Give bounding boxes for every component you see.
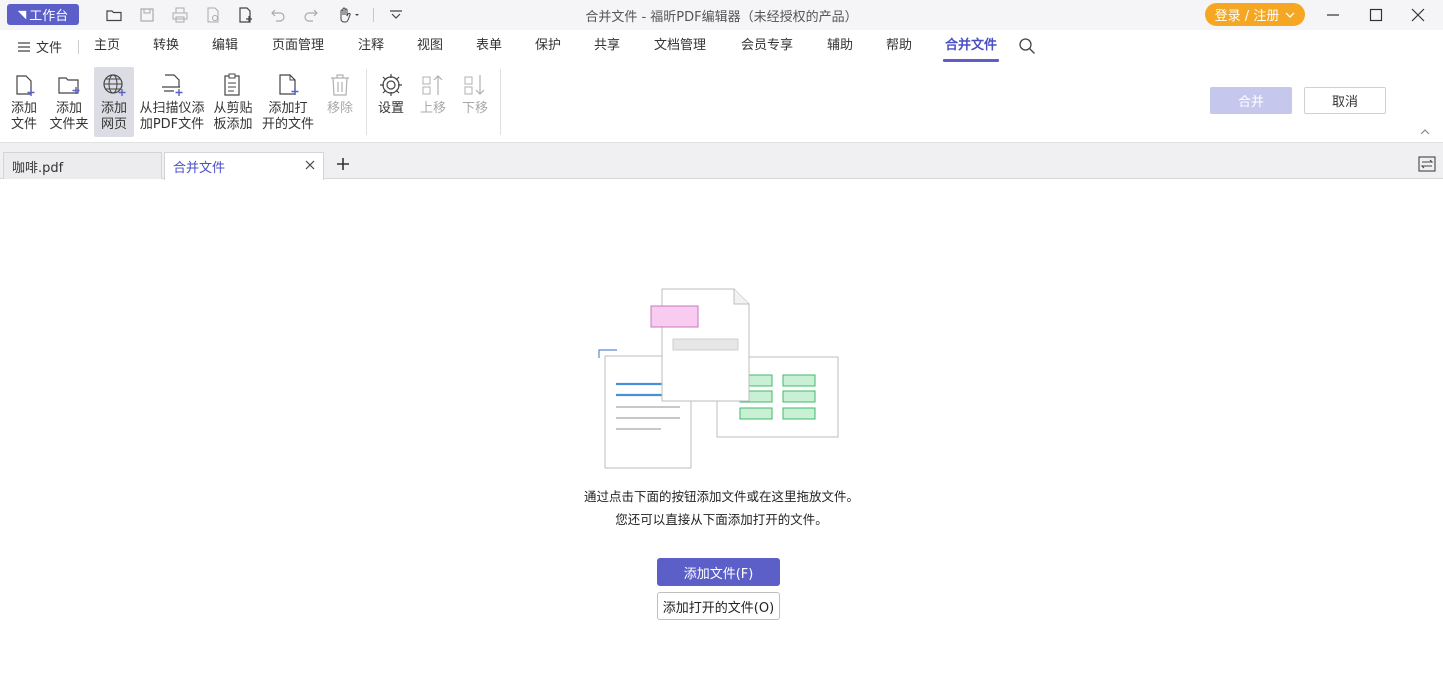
settings-ribbon-button[interactable]: 设置 bbox=[373, 67, 409, 137]
customize-toolbar-icon[interactable] bbox=[386, 5, 406, 25]
workbench-icon: ◥ bbox=[17, 8, 27, 21]
move-up-label: 上移 bbox=[419, 101, 446, 116]
add-open-files-label: 添加打 开的文件 bbox=[261, 101, 314, 132]
menu-home[interactable]: 主页 bbox=[94, 30, 120, 63]
login-register-button[interactable]: 登录 / 注册 bbox=[1205, 3, 1305, 26]
menu-help[interactable]: 帮助 bbox=[886, 30, 912, 63]
move-up-icon bbox=[419, 71, 447, 99]
merge-button[interactable]: 合并 bbox=[1210, 87, 1292, 114]
collapse-ribbon-icon[interactable] bbox=[1419, 127, 1431, 137]
menu-document-management[interactable]: 文档管理 bbox=[654, 30, 706, 63]
cancel-button[interactable]: 取消 bbox=[1304, 87, 1386, 114]
trash-icon bbox=[326, 71, 354, 99]
save-icon[interactable] bbox=[137, 5, 157, 25]
undo-icon[interactable] bbox=[268, 5, 288, 25]
close-icon bbox=[1411, 8, 1425, 22]
switch-tabs-icon[interactable] bbox=[1418, 156, 1436, 172]
add-from-scanner-label: 从扫描仪添 加PDF文件 bbox=[139, 101, 205, 132]
clipboard-icon bbox=[219, 71, 247, 99]
menu-bar: 文件 主页 转换 编辑 页面管理 注释 视图 表单 保护 共享 文档管理 会员专… bbox=[0, 30, 1443, 63]
menu-view[interactable]: 视图 bbox=[417, 30, 443, 63]
merge-files-illustration bbox=[598, 288, 839, 469]
add-files-button[interactable]: 添加文件(F) bbox=[657, 558, 780, 586]
add-folder-icon bbox=[55, 71, 83, 99]
minimize-button[interactable] bbox=[1310, 0, 1356, 30]
menu-convert[interactable]: 转换 bbox=[153, 30, 179, 63]
settings-label: 设置 bbox=[377, 101, 404, 116]
chevron-down-icon bbox=[1285, 12, 1295, 18]
new-document-icon[interactable] bbox=[236, 5, 256, 25]
maximize-icon bbox=[1369, 8, 1383, 22]
menu-comment[interactable]: 注释 bbox=[358, 30, 384, 63]
maximize-button[interactable] bbox=[1353, 0, 1399, 30]
tab-label: 咖啡.pdf bbox=[12, 160, 64, 176]
document-properties-icon[interactable] bbox=[203, 5, 223, 25]
add-file-label: 添加 文件 bbox=[10, 101, 37, 132]
menu-protect[interactable]: 保护 bbox=[535, 30, 561, 63]
menu-share[interactable]: 共享 bbox=[594, 30, 620, 63]
login-label: 登录 / 注册 bbox=[1214, 9, 1280, 24]
menu-merge-files[interactable]: 合并文件 bbox=[942, 30, 1000, 63]
redo-icon[interactable] bbox=[301, 5, 321, 25]
add-folder-ribbon-button[interactable]: 添加 文件夹 bbox=[47, 67, 91, 137]
move-down-icon bbox=[461, 71, 489, 99]
remove-ribbon-button[interactable]: 移除 bbox=[322, 67, 358, 137]
drop-hint-line-2: 您还可以直接从下面添加打开的文件。 bbox=[615, 512, 828, 527]
move-up-ribbon-button[interactable]: 上移 bbox=[415, 67, 451, 137]
menu-page-management[interactable]: 页面管理 bbox=[272, 30, 324, 63]
file-menu[interactable]: 文件 bbox=[18, 30, 62, 63]
add-folder-label: 添加 文件夹 bbox=[49, 101, 89, 132]
move-down-ribbon-button[interactable]: 下移 bbox=[457, 67, 493, 137]
move-down-label: 下移 bbox=[461, 101, 488, 116]
add-webpage-label: 添加 网页 bbox=[100, 101, 127, 132]
tab-label: 合并文件 bbox=[173, 161, 226, 176]
add-file-ribbon-button[interactable]: 添加 文件 bbox=[6, 67, 42, 137]
menu-member[interactable]: 会员专享 bbox=[741, 30, 793, 63]
close-window-button[interactable] bbox=[1395, 0, 1441, 30]
add-open-files-icon bbox=[274, 71, 302, 99]
file-menu-label: 文件 bbox=[36, 41, 63, 56]
add-open-files-ribbon-button[interactable]: 添加打 开的文件 bbox=[260, 67, 316, 137]
close-tab-icon[interactable] bbox=[303, 158, 317, 172]
open-folder-icon[interactable] bbox=[104, 5, 124, 25]
tab-coffee-pdf[interactable]: 咖啡.pdf bbox=[3, 152, 162, 179]
add-from-scanner-ribbon-button[interactable]: 从扫描仪添 加PDF文件 bbox=[137, 67, 207, 137]
add-from-clipboard-label: 从剪贴 板添加 bbox=[213, 101, 253, 132]
add-file-icon bbox=[10, 71, 38, 99]
minimize-icon bbox=[1327, 14, 1339, 16]
hamburger-icon bbox=[18, 41, 30, 52]
globe-icon bbox=[100, 71, 128, 99]
document-tab-strip: 咖啡.pdf 合并文件 bbox=[0, 143, 1443, 180]
search-icon[interactable] bbox=[1018, 37, 1036, 55]
hand-tool-icon[interactable] bbox=[336, 5, 362, 25]
tab-merge-files[interactable]: 合并文件 bbox=[164, 152, 324, 180]
workbench-label: 工作台 bbox=[29, 9, 69, 24]
gear-icon bbox=[377, 71, 405, 99]
add-webpage-ribbon-button[interactable]: 添加 网页 bbox=[94, 67, 134, 137]
add-open-files-button[interactable]: 添加打开的文件(O) bbox=[657, 592, 780, 620]
menu-form[interactable]: 表单 bbox=[476, 30, 502, 63]
title-bar: ◥ 工作台 合并文件 - 福昕PDF编辑器（未经授权的产品） 登录 / 注册 bbox=[0, 0, 1443, 30]
scanner-icon bbox=[158, 71, 186, 99]
new-tab-plus-icon[interactable] bbox=[336, 157, 350, 171]
drop-hint-line-1: 通过点击下面的按钮添加文件或在这里拖放文件。 bbox=[583, 489, 859, 504]
menu-accessibility[interactable]: 辅助 bbox=[827, 30, 853, 63]
merge-drop-area[interactable]: 通过点击下面的按钮添加文件或在这里拖放文件。 您还可以直接从下面添加打开的文件。… bbox=[0, 180, 1443, 693]
add-from-clipboard-ribbon-button[interactable]: 从剪贴 板添加 bbox=[211, 67, 255, 137]
menu-edit[interactable]: 编辑 bbox=[212, 30, 238, 63]
ribbon-toolbar: 添加 文件 添加 文件夹 添加 网页 从扫描仪添 加PDF文件 从剪贴 板添加 … bbox=[0, 63, 1443, 143]
workbench-button[interactable]: ◥ 工作台 bbox=[7, 4, 79, 25]
remove-label: 移除 bbox=[326, 101, 353, 116]
print-icon[interactable] bbox=[170, 5, 190, 25]
